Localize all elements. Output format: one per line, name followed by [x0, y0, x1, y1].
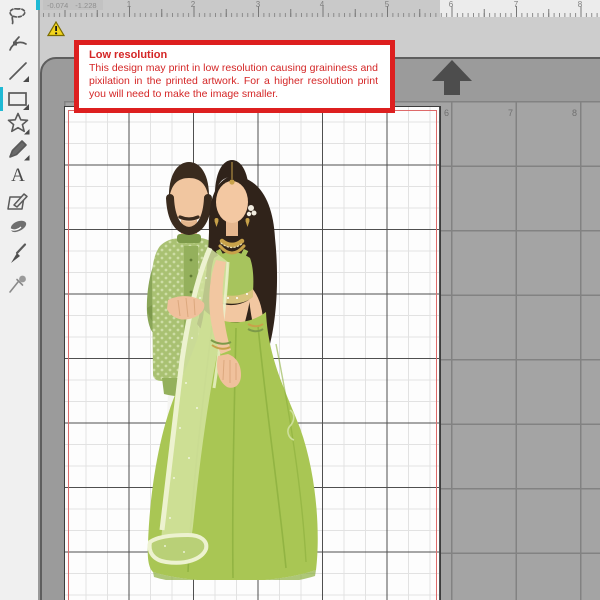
polygon-star-tool-icon[interactable]: [5, 110, 31, 136]
selected-tool-indicator: [0, 87, 3, 111]
ruler-label-6: 6: [448, 0, 454, 9]
wedding-couple-illustration[interactable]: [140, 148, 335, 580]
ruler-label-7: 7: [513, 0, 519, 9]
horizontal-ruler: 1 2 3 4 5 6 7 8 -0.074 -1.228: [38, 0, 600, 17]
mat-column-label-7: 7: [508, 108, 514, 118]
ruler-origin-marker: [36, 0, 40, 10]
mat-column-label-6: 6: [444, 108, 450, 118]
ruler-label-8: 8: [577, 0, 583, 9]
tool-palette: A: [0, 0, 40, 600]
dupatta-curl: [147, 532, 209, 565]
mat-orientation-arrow-icon: [432, 60, 472, 81]
warning-triangle-icon: [46, 20, 66, 42]
ruler-label-4: 4: [319, 0, 325, 9]
cursor-x-value: -0.074: [47, 0, 69, 10]
groom-head: [166, 162, 212, 243]
warning-message: This design may print in low resolution …: [89, 62, 378, 101]
warning-title: Low resolution: [89, 49, 168, 61]
ruler-label-3: 3: [255, 0, 261, 9]
cursor-y-value: -1.228: [75, 0, 97, 10]
cursor-coordinates: -0.074 -1.228: [43, 0, 103, 10]
maang-tikka: [229, 179, 235, 185]
line-tool-icon[interactable]: [5, 58, 31, 84]
low-resolution-warning: Low resolution This design may print in …: [74, 40, 395, 113]
eyedropper-tool-icon[interactable]: [5, 271, 31, 297]
mat-orientation-arrow-stem: [444, 80, 460, 95]
sketch-notes-tool-icon[interactable]: [5, 189, 31, 215]
eraser-tool-icon[interactable]: [5, 214, 31, 240]
mat-column-label-8: 8: [572, 108, 578, 118]
svg-text:A: A: [11, 165, 25, 186]
ruler-label-5: 5: [384, 0, 390, 9]
lasso-select-tool-icon[interactable]: [5, 3, 31, 29]
draw-pencil-tool-icon[interactable]: [5, 136, 31, 162]
text-tool-icon[interactable]: A: [5, 162, 31, 188]
ruler-label-2: 2: [190, 0, 196, 9]
design-app-window: 1 2 3 4 5 6 7 8 -0.074 -1.228 A 6 7 8 Lo…: [0, 0, 600, 600]
ruler-label-1: 1: [126, 0, 132, 9]
knife-tool-icon[interactable]: [5, 241, 31, 267]
rectangle-tool-icon[interactable]: [0, 86, 31, 112]
point-edit-tool-icon[interactable]: [5, 32, 31, 58]
